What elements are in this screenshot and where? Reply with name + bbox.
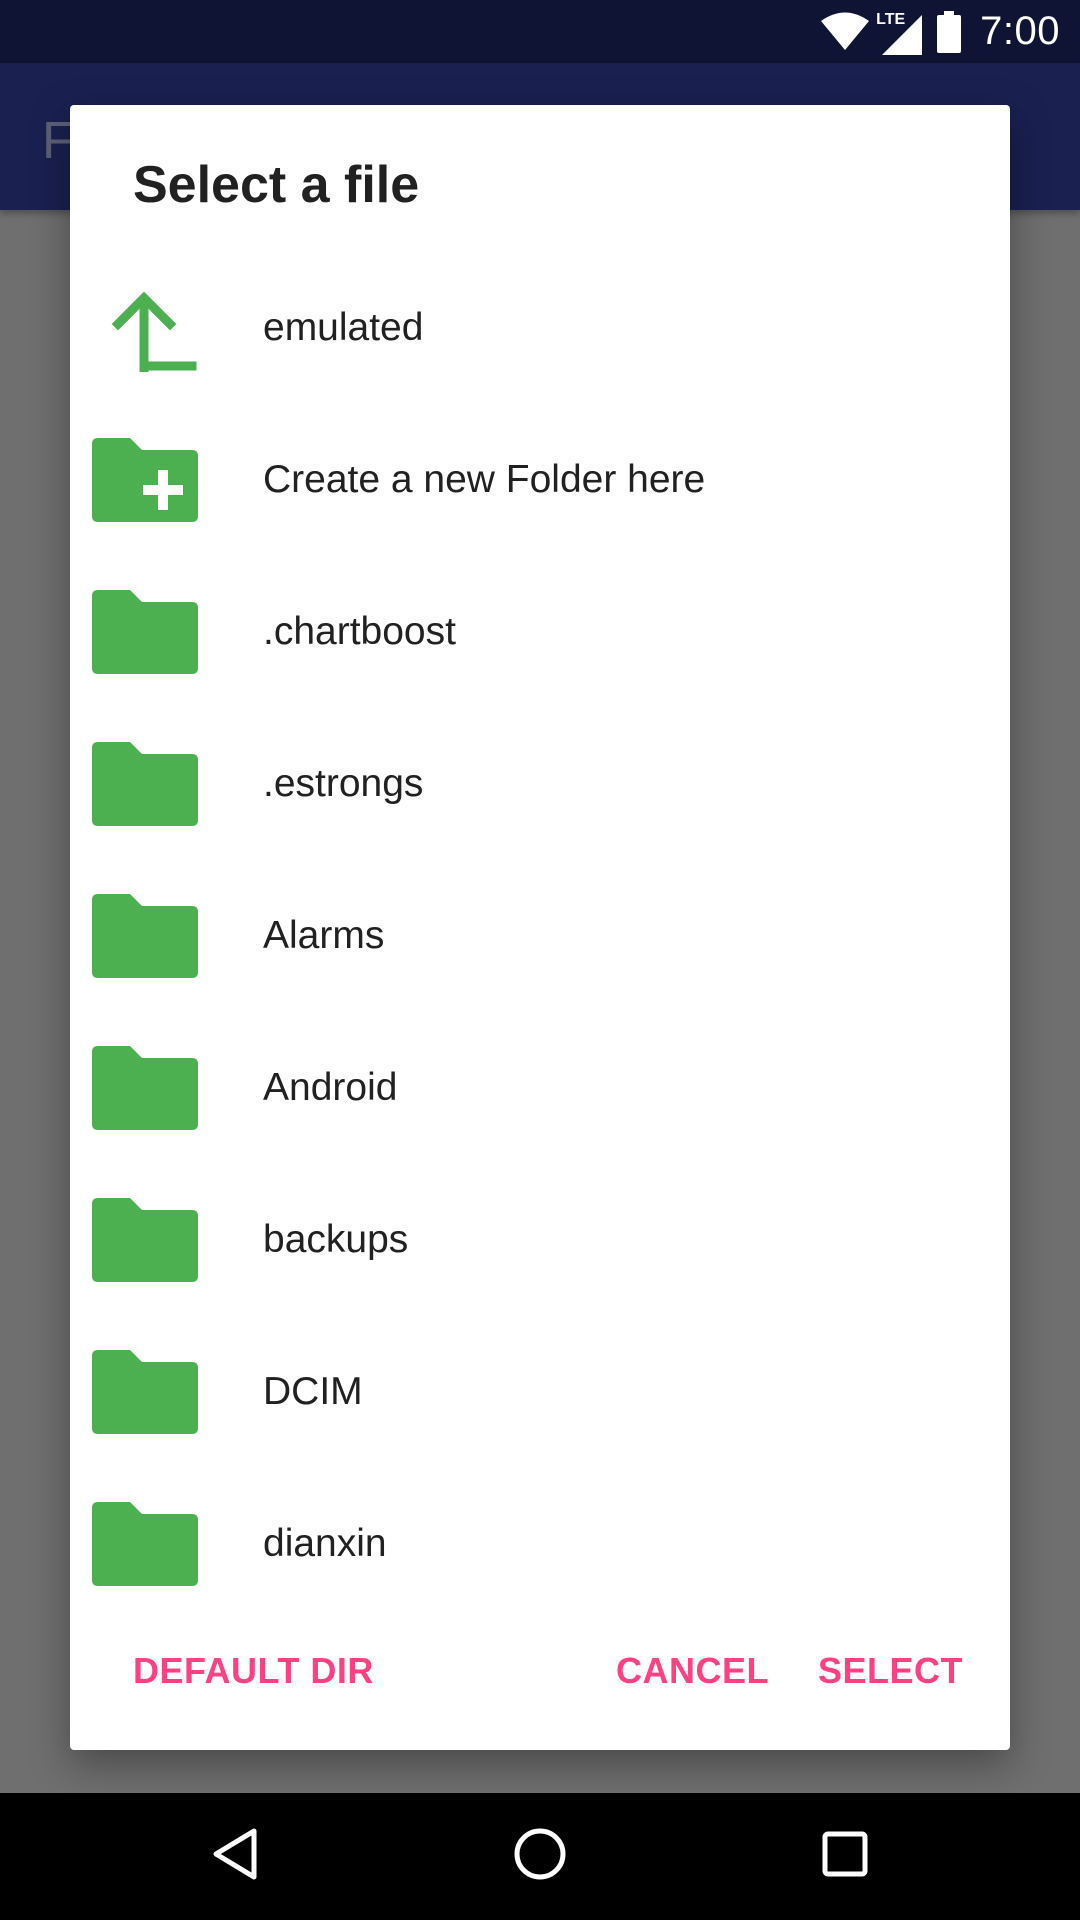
home-icon: [513, 1827, 567, 1886]
folder-icon: [92, 1196, 198, 1284]
list-item-label: Alarms: [263, 914, 385, 957]
dialog-title: Select a file: [133, 156, 420, 214]
folder-icon: [92, 1500, 198, 1588]
folder-icon: [92, 892, 198, 980]
screen: LTE 7:00 F Select a file emulated Create…: [0, 0, 1080, 1920]
list-item-label: emulated: [263, 306, 424, 349]
file-select-dialog: Select a file emulated Create a new Fold…: [70, 105, 1010, 1750]
create-folder-icon: [92, 436, 198, 524]
list-item-folder[interactable]: Android: [70, 1012, 1010, 1164]
default-dir-button[interactable]: DEFAULT DIR: [133, 1650, 374, 1692]
list-item-create-folder[interactable]: Create a new Folder here: [70, 404, 1010, 556]
list-item-label: .chartboost: [263, 610, 456, 653]
list-item-label: DCIM: [263, 1370, 363, 1413]
list-item-folder[interactable]: Alarms: [70, 860, 1010, 1012]
folder-up-icon: [92, 284, 198, 372]
back-icon: [210, 1827, 260, 1886]
status-bar: LTE 7:00: [0, 0, 1080, 63]
cell-signal-icon: LTE: [876, 7, 924, 57]
list-item-folder[interactable]: backups: [70, 1164, 1010, 1316]
wifi-icon: [820, 12, 870, 52]
status-clock: 7:00: [980, 9, 1060, 53]
list-item-folder[interactable]: DCIM: [70, 1316, 1010, 1468]
list-item-label: Create a new Folder here: [263, 458, 706, 501]
folder-icon: [92, 1348, 198, 1436]
back-button[interactable]: [190, 1793, 280, 1920]
network-type-label: LTE: [876, 10, 906, 28]
list-item-label: .estrongs: [263, 762, 424, 805]
list-item-label: backups: [263, 1218, 409, 1261]
list-item-folder[interactable]: .estrongs: [70, 708, 1010, 860]
navigation-bar: [0, 1793, 1080, 1920]
list-item-folder[interactable]: .chartboost: [70, 556, 1010, 708]
folder-icon: [92, 588, 198, 676]
recents-button[interactable]: [800, 1793, 890, 1920]
list-item-parent-dir[interactable]: emulated: [70, 252, 1010, 404]
list-item-label: dianxin: [263, 1522, 387, 1565]
list-item-folder[interactable]: dianxin: [70, 1468, 1010, 1620]
status-icons: LTE 7:00: [820, 0, 1060, 63]
file-list: emulated Create a new Folder here .chart…: [70, 252, 1010, 1620]
dialog-actions: DEFAULT DIR CANCEL SELECT: [70, 1600, 1010, 1750]
folder-icon: [92, 740, 198, 828]
app-bar-title: F: [42, 112, 74, 170]
home-button[interactable]: [495, 1793, 585, 1920]
cancel-button[interactable]: CANCEL: [616, 1650, 769, 1692]
recents-icon: [821, 1830, 869, 1883]
battery-icon: [936, 10, 962, 53]
list-item-label: Android: [263, 1066, 398, 1109]
folder-icon: [92, 1044, 198, 1132]
select-button[interactable]: SELECT: [818, 1650, 963, 1692]
